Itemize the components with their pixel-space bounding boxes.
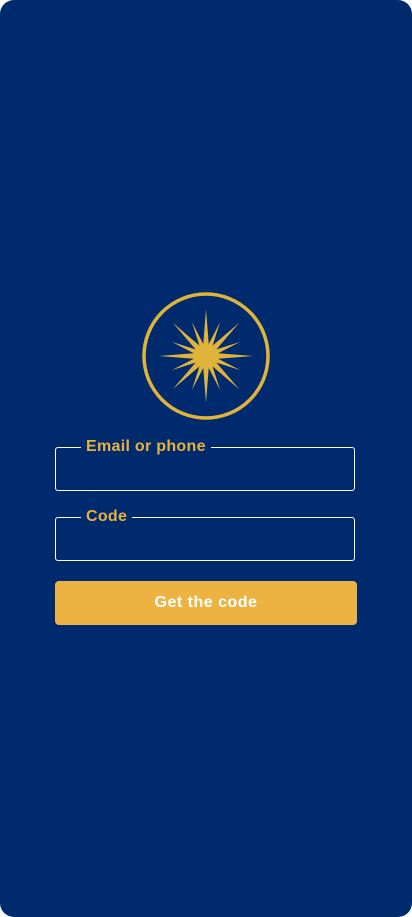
emblem-ray xyxy=(212,352,253,360)
email-field[interactable]: Email or phone xyxy=(55,439,355,491)
emblem-ray xyxy=(159,352,200,360)
login-screen: Email or phone Code Get the code xyxy=(0,0,412,917)
code-input[interactable] xyxy=(56,518,354,560)
vergina-sun-icon xyxy=(141,291,271,421)
get-code-button[interactable]: Get the code xyxy=(55,581,357,625)
email-input[interactable] xyxy=(56,448,354,490)
emblem-ray xyxy=(202,362,210,403)
code-field[interactable]: Code xyxy=(55,509,355,561)
emblem-ray xyxy=(202,309,210,350)
